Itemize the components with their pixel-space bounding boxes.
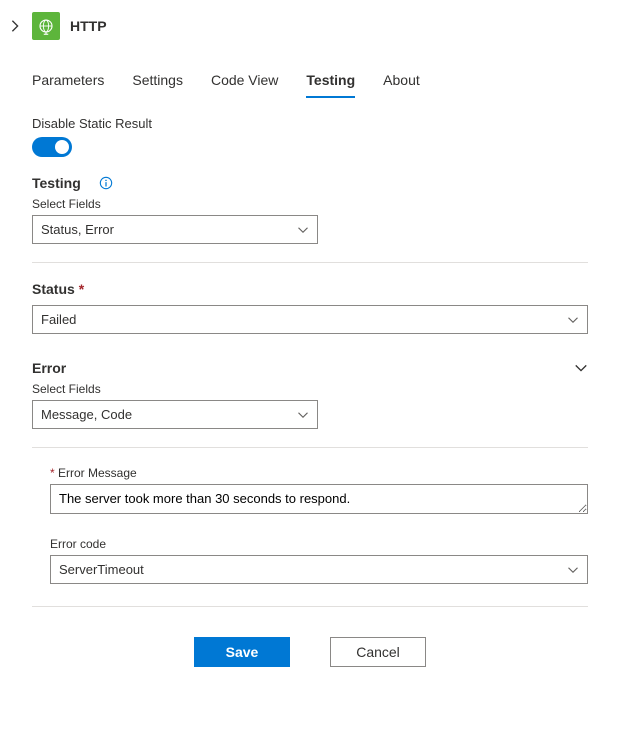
info-icon[interactable] [99, 176, 113, 190]
disable-static-toggle[interactable] [32, 137, 72, 157]
chevron-down-icon [297, 224, 309, 236]
tab-testing[interactable]: Testing [306, 66, 355, 98]
tab-code-view[interactable]: Code View [211, 66, 278, 98]
save-button[interactable]: Save [194, 637, 290, 667]
error-select-fields-dropdown[interactable]: Message, Code [32, 400, 318, 429]
status-value: Failed [41, 312, 76, 327]
error-code-label: Error code [50, 537, 588, 551]
tab-bar: Parameters Settings Code View Testing About [32, 66, 588, 98]
status-dropdown[interactable]: Failed [32, 305, 588, 334]
error-message-label: * Error Message [50, 466, 588, 480]
testing-heading: Testing [32, 175, 81, 191]
status-label: Status * [32, 281, 84, 297]
divider [32, 262, 588, 263]
divider [32, 447, 588, 448]
error-message-input[interactable] [50, 484, 588, 514]
disable-static-label: Disable Static Result [32, 116, 588, 131]
testing-select-fields-dropdown[interactable]: Status, Error [32, 215, 318, 244]
chevron-down-icon [567, 314, 579, 326]
divider [32, 606, 588, 607]
testing-select-fields-label: Select Fields [32, 197, 588, 211]
error-select-fields-label: Select Fields [32, 382, 588, 396]
chevron-right-icon[interactable] [8, 19, 22, 33]
chevron-down-icon [297, 409, 309, 421]
tab-about[interactable]: About [383, 66, 420, 98]
chevron-down-icon [567, 564, 579, 576]
error-code-value: ServerTimeout [59, 562, 144, 577]
tab-settings[interactable]: Settings [132, 66, 183, 98]
panel-title: HTTP [70, 18, 107, 34]
error-heading: Error [32, 360, 66, 376]
chevron-down-icon[interactable] [574, 361, 588, 375]
testing-select-fields-value: Status, Error [41, 222, 114, 237]
cancel-button[interactable]: Cancel [330, 637, 426, 667]
tab-parameters[interactable]: Parameters [32, 66, 104, 98]
http-connector-icon [32, 12, 60, 40]
error-select-fields-value: Message, Code [41, 407, 132, 422]
error-code-dropdown[interactable]: ServerTimeout [50, 555, 588, 584]
